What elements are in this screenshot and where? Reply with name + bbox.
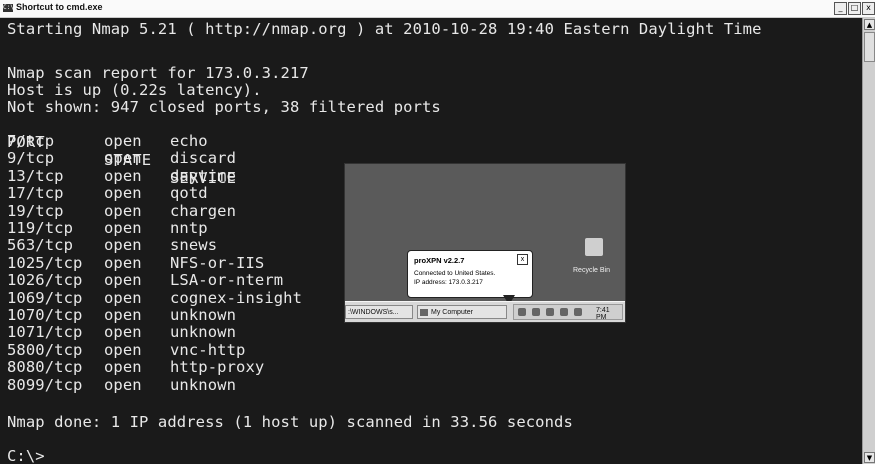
port-row: 5800/tcp open vnc-http bbox=[0, 341, 700, 359]
port-state: open bbox=[104, 340, 142, 359]
port-state: open bbox=[104, 236, 142, 255]
port-service: chargen bbox=[170, 201, 237, 220]
port-state: open bbox=[104, 253, 142, 272]
minimize-button[interactable]: _ bbox=[834, 2, 847, 15]
port-service: unknown bbox=[170, 323, 237, 342]
scan-report-line: Nmap scan report for 173.0.3.217 bbox=[7, 64, 309, 82]
recycle-bin-icon[interactable] bbox=[585, 238, 603, 256]
recycle-bin-label: Recycle Bin bbox=[573, 267, 610, 274]
window-controls: _ □ x bbox=[833, 2, 875, 15]
port-service: vnc-http bbox=[170, 340, 246, 359]
nmap-done-line: Nmap done: 1 IP address (1 host up) scan… bbox=[7, 413, 573, 431]
port-state: open bbox=[104, 149, 142, 168]
port-state: open bbox=[104, 306, 142, 324]
taskbar-windows-button[interactable]: :\WINDOWS\s... bbox=[345, 305, 413, 319]
port-service: LSA-or-nterm bbox=[170, 271, 284, 290]
tray-icon-4[interactable] bbox=[560, 308, 568, 316]
port-port: 7/tcp bbox=[7, 132, 55, 150]
port-service: discard bbox=[170, 149, 237, 168]
tray-icon-5[interactable] bbox=[574, 308, 582, 316]
taskbar-my-computer-button[interactable]: My Computer bbox=[417, 305, 507, 319]
port-service: snews bbox=[170, 236, 218, 255]
port-state: open bbox=[104, 132, 142, 150]
command-prompt[interactable]: C:\> bbox=[7, 447, 45, 464]
cmd-icon: C:\ bbox=[3, 4, 14, 12]
port-row: 7/tcp open echo bbox=[0, 132, 700, 150]
port-port: 8080/tcp bbox=[7, 358, 83, 377]
desktop-inset: Recycle Bin proXPN v2.2.7 x Connected to… bbox=[344, 163, 626, 323]
port-state: open bbox=[104, 271, 142, 290]
port-port: 19/tcp bbox=[7, 201, 64, 220]
not-shown-line: Not shown: 947 closed ports, 38 filtered… bbox=[7, 98, 441, 116]
scroll-thumb[interactable] bbox=[864, 32, 875, 62]
port-port: 5800/tcp bbox=[7, 340, 83, 359]
port-port: 17/tcp bbox=[7, 184, 64, 203]
host-up-line: Host is up (0.22s latency). bbox=[7, 81, 262, 99]
balloon-title: proXPN v2.2.7 bbox=[414, 256, 465, 265]
port-port: 119/tcp bbox=[7, 219, 74, 237]
port-state: open bbox=[104, 219, 142, 237]
port-port: 9/tcp bbox=[7, 149, 55, 168]
port-state: open bbox=[104, 184, 142, 203]
port-state: open bbox=[104, 358, 142, 377]
port-row: 1071/tcp open unknown bbox=[0, 323, 700, 341]
console-output[interactable]: Starting Nmap 5.21 ( http://nmap.org ) a… bbox=[0, 18, 862, 464]
tray-icon-3[interactable] bbox=[546, 308, 554, 316]
port-service: NFS-or-IIS bbox=[170, 253, 265, 272]
port-port: 1069/tcp bbox=[7, 288, 83, 307]
computer-icon bbox=[420, 308, 428, 316]
port-table-header: PORT STATE SERVICE bbox=[0, 115, 700, 187]
port-service: cognex-insight bbox=[170, 288, 303, 307]
nmap-start-line: Starting Nmap 5.21 ( http://nmap.org ) a… bbox=[7, 20, 762, 38]
window-title: Shortcut to cmd.exe bbox=[16, 2, 103, 12]
port-service: qotd bbox=[170, 184, 208, 203]
port-port: 1070/tcp bbox=[7, 306, 83, 324]
tray-clock: 7:41 PM bbox=[596, 307, 610, 321]
system-tray: 7:41 PM bbox=[513, 304, 623, 321]
vertical-scrollbar[interactable]: ▲ ▼ bbox=[862, 18, 875, 464]
port-state: open bbox=[104, 166, 142, 185]
port-service: http-proxy bbox=[170, 358, 265, 377]
maximize-button[interactable]: □ bbox=[848, 2, 861, 15]
port-row: 8080/tcp open http-proxy bbox=[0, 358, 700, 376]
port-service: unknown bbox=[170, 306, 237, 324]
port-service: unknown bbox=[170, 375, 237, 394]
port-port: 563/tcp bbox=[7, 236, 74, 255]
port-state: open bbox=[104, 323, 142, 342]
port-service: nntp bbox=[170, 219, 208, 237]
port-port: 13/tcp bbox=[7, 166, 64, 185]
port-state: open bbox=[104, 375, 142, 394]
taskbar-my-computer-label: My Computer bbox=[431, 309, 474, 316]
port-service: echo bbox=[170, 132, 208, 150]
proxpn-balloon[interactable]: proXPN v2.2.7 x Connected to United Stat… bbox=[407, 250, 533, 298]
port-port: 1071/tcp bbox=[7, 323, 83, 342]
scroll-down-arrow-icon[interactable]: ▼ bbox=[864, 452, 875, 463]
scroll-up-arrow-icon[interactable]: ▲ bbox=[864, 19, 875, 30]
close-button[interactable]: x bbox=[862, 2, 875, 15]
port-row: 8099/tcp open unknown bbox=[0, 376, 700, 394]
port-port: 1025/tcp bbox=[7, 253, 83, 272]
taskbar: :\WINDOWS\s... My Computer 7:41 PM bbox=[345, 301, 625, 322]
window-title-bar[interactable]: C:\ Shortcut to cmd.exe _ □ x bbox=[0, 0, 875, 18]
port-state: open bbox=[104, 288, 142, 307]
balloon-close-button[interactable]: x bbox=[517, 254, 528, 265]
port-port: 1026/tcp bbox=[7, 271, 83, 290]
port-service: daytime bbox=[170, 166, 237, 185]
port-state: open bbox=[104, 201, 142, 220]
tray-icon-2[interactable] bbox=[532, 308, 540, 316]
proxpn-tray-icon[interactable] bbox=[518, 308, 526, 316]
balloon-status: Connected to United States. bbox=[414, 270, 496, 277]
balloon-ip: IP address: 173.0.3.217 bbox=[414, 279, 483, 286]
port-port: 8099/tcp bbox=[7, 375, 83, 394]
